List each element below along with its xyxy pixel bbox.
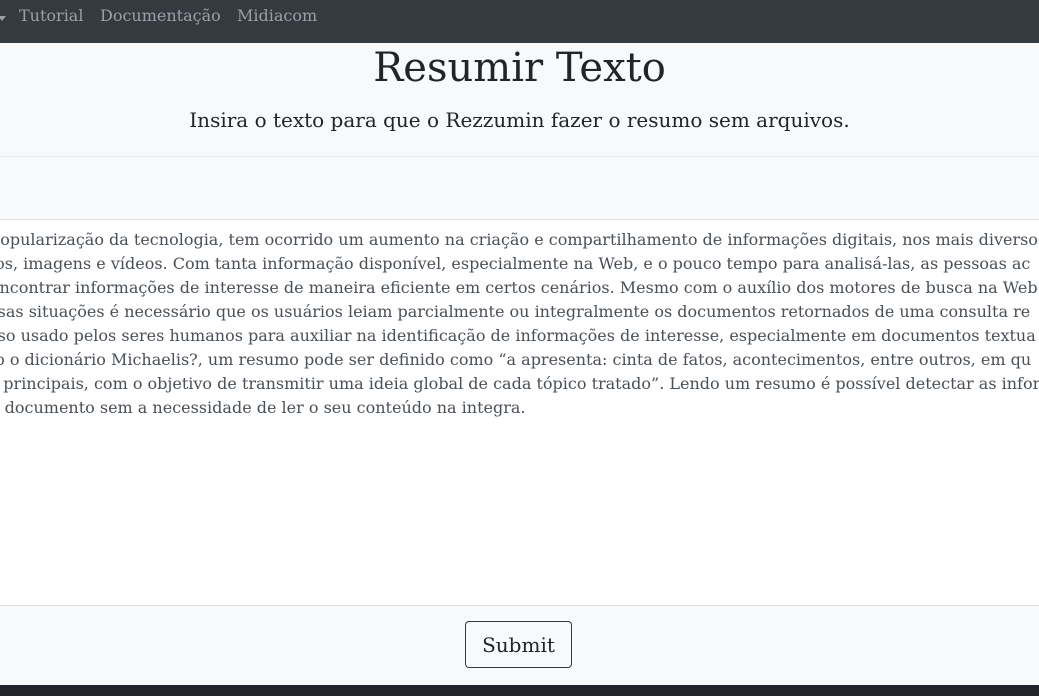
page-subtitle: Insira o texto para que o Rezzumin fazer… [189,108,850,132]
dropdown-caret-icon[interactable] [0,16,6,21]
top-navbar: Tutorial Documentação Midiacom [0,0,1039,43]
nav-link-tutorial[interactable]: Tutorial [19,6,83,25]
page-title: Resumir Texto [373,45,666,91]
footer-bar [0,685,1039,696]
submit-button[interactable]: Submit [465,621,572,668]
nav-link-midiacom[interactable]: Midiacom [237,6,317,25]
nav-link-documentacao[interactable]: Documentação [100,6,221,25]
section-divider [0,156,1039,157]
text-input-area[interactable]: popularização da tecnologia, tem ocorrid… [0,219,1039,606]
text-input-content[interactable]: popularização da tecnologia, tem ocorrid… [0,228,1039,420]
